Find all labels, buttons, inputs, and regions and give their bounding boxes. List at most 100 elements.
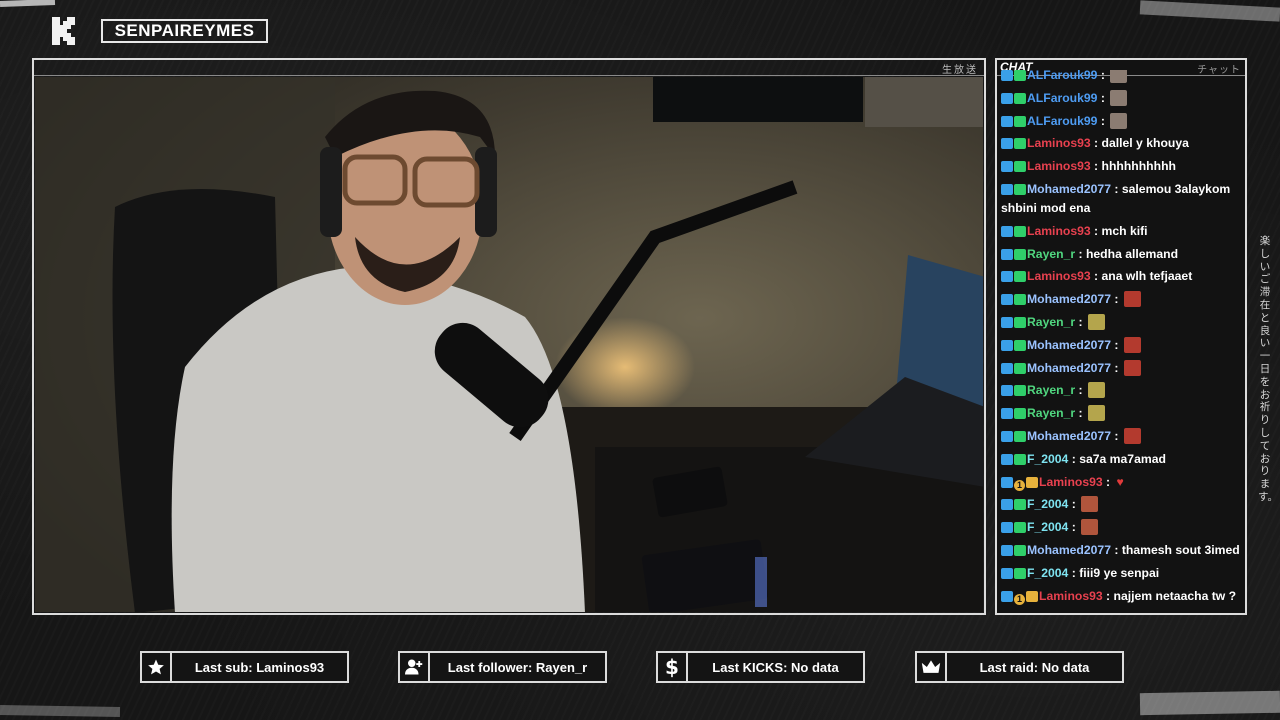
chat-message-text: fiii9 ye senpai	[1079, 565, 1160, 580]
video-frame: 生放送	[32, 58, 986, 615]
chat-message: Rayen_r :	[1001, 313, 1243, 332]
user-badge-icon	[1001, 271, 1013, 283]
chat-message: ALFarouk99 :	[1001, 89, 1243, 108]
last-follower-label: Last follower: Rayen_r	[447, 659, 588, 675]
chat-username[interactable]: F_2004	[1027, 497, 1068, 511]
chat-username[interactable]: ALFarouk99	[1027, 91, 1097, 105]
chat-emote-icon	[1123, 359, 1141, 376]
user-badge-icon	[1001, 499, 1013, 511]
chat-emote-icon	[1087, 382, 1105, 399]
user-badge-icon	[1001, 362, 1013, 374]
user-badge-icon	[1001, 590, 1013, 602]
chat-emote-icon	[1123, 336, 1141, 353]
chat-message: Mohamed2077 : salemou 3alaykom shbini mo…	[1001, 181, 1231, 215]
user-badge-icon	[1001, 183, 1013, 195]
last-kicks-box: $ Last KICKS: No data	[656, 651, 865, 683]
chat-message-text: sa7a ma7amad	[1079, 451, 1166, 466]
chat-username[interactable]: Laminos93	[1027, 224, 1091, 238]
dollar-icon: $	[658, 653, 688, 681]
chat-message: 1 Laminos93 : ♥	[1001, 473, 1243, 492]
user-badge-icon	[1014, 183, 1026, 195]
kick-logo-icon	[50, 16, 78, 46]
user-badge-icon	[1001, 339, 1013, 351]
chat-emote-icon	[1110, 70, 1128, 83]
last-sub-label: Last sub: Laminos93	[194, 659, 325, 675]
chat-emote-icon	[1081, 496, 1099, 513]
video-topbar: 生放送	[34, 60, 984, 76]
chat-emote-icon	[1123, 427, 1141, 444]
last-raid-box: Last raid: No data	[915, 651, 1124, 683]
chat-message-list[interactable]: ALFarouk99 : ALFarouk99 : ALFarouk99 : L…	[1001, 70, 1243, 609]
chat-message: Rayen_r : hedha allemand	[1001, 245, 1243, 264]
user-badge-icon	[1014, 316, 1026, 328]
channel-name: SENPAIREYMES	[101, 19, 268, 43]
star-icon	[142, 653, 172, 681]
user-badge-icon	[1026, 476, 1038, 488]
chat-message: Rayen_r :	[1001, 381, 1243, 400]
user-badge-icon	[1026, 590, 1038, 602]
chat-username[interactable]: Mohamed2077	[1027, 361, 1111, 375]
user-badge-icon	[1001, 385, 1013, 397]
chat-username[interactable]: Laminos93	[1027, 269, 1091, 283]
chat-emote-icon	[1123, 291, 1141, 308]
user-badge-icon	[1014, 430, 1026, 442]
chat-panel: CHAT チャット ALFarouk99 : ALFarouk99 : ALFa…	[995, 58, 1247, 615]
chat-message-text: najjem netaacha tw ?	[1113, 588, 1237, 603]
user-badge-icon	[1014, 92, 1026, 104]
chat-username[interactable]: Mohamed2077	[1027, 429, 1111, 443]
chat-username[interactable]: ALFarouk99	[1027, 114, 1097, 128]
user-badge-icon	[1014, 544, 1026, 556]
user-badge-icon	[1014, 70, 1026, 81]
scratch-bottom-right	[1139, 690, 1280, 716]
user-badge-icon	[1014, 453, 1026, 465]
last-follower-box: Last follower: Rayen_r	[398, 651, 607, 683]
user-badge-icon	[1001, 430, 1013, 442]
user-badge-icon	[1001, 294, 1013, 306]
user-badge-icon	[1014, 294, 1026, 306]
chat-username[interactable]: Mohamed2077	[1027, 338, 1111, 352]
chat-message: Mohamed2077 :	[1001, 427, 1243, 446]
chat-message: Laminos93 : dallel y khouya	[1001, 134, 1243, 153]
chat-username[interactable]: Laminos93	[1039, 589, 1103, 603]
chat-emote-icon	[1087, 313, 1105, 330]
chat-username[interactable]: Laminos93	[1027, 159, 1091, 173]
user-badge-icon	[1001, 408, 1013, 420]
webcam-video[interactable]	[35, 77, 983, 612]
chat-username[interactable]: ALFarouk99	[1027, 70, 1097, 82]
user-badge-icon	[1014, 138, 1026, 150]
user-badge-icon	[1014, 115, 1026, 127]
chat-message: F_2004 :	[1001, 518, 1243, 537]
chat-message: Rayen_r :	[1001, 404, 1243, 423]
chat-username[interactable]: Rayen_r	[1027, 406, 1075, 420]
chat-message-text: dallel y khouya	[1101, 136, 1189, 151]
chat-emote-icon	[1110, 89, 1128, 106]
chat-username[interactable]: Mohamed2077	[1027, 292, 1111, 306]
crown-icon	[917, 653, 947, 681]
chat-username[interactable]: Mohamed2077	[1027, 543, 1111, 557]
chat-message: Mohamed2077 : thamesh sout 3imed	[1001, 541, 1243, 560]
chat-message: F_2004 :	[1001, 495, 1243, 514]
side-vertical-text: 楽しいご滞在と良い一日をお祈りしております。	[1258, 235, 1278, 503]
user-badge-icon	[1014, 271, 1026, 283]
chat-username[interactable]: F_2004	[1027, 520, 1068, 534]
chat-username[interactable]: Mohamed2077	[1027, 182, 1111, 196]
chat-username[interactable]: Rayen_r	[1027, 383, 1075, 397]
user-badge-icon	[1001, 476, 1013, 488]
user-badge-icon	[1001, 248, 1013, 260]
chat-message-text: mch kifi	[1101, 223, 1148, 238]
chat-username[interactable]: F_2004	[1027, 566, 1068, 580]
chat-message: Mohamed2077 :	[1001, 290, 1243, 309]
user-badge-icon	[1014, 225, 1026, 237]
chat-username[interactable]: Rayen_r	[1027, 315, 1075, 329]
chat-username[interactable]: Laminos93	[1027, 136, 1091, 150]
chat-message: Mohamed2077 :	[1001, 336, 1243, 355]
chat-message: F_2004 : sa7a ma7amad	[1001, 450, 1243, 469]
user-badge-icon	[1001, 92, 1013, 104]
chat-username[interactable]: Laminos93	[1039, 475, 1103, 489]
scratch-bottom-left	[0, 704, 121, 718]
chat-username[interactable]: Rayen_r	[1027, 247, 1075, 261]
chat-message: Laminos93 : ana wlh tefjaaet	[1001, 267, 1243, 286]
chat-username[interactable]: F_2004	[1027, 452, 1068, 466]
last-kicks-label: Last KICKS: No data	[712, 659, 839, 675]
user-badge-icon	[1014, 499, 1026, 511]
